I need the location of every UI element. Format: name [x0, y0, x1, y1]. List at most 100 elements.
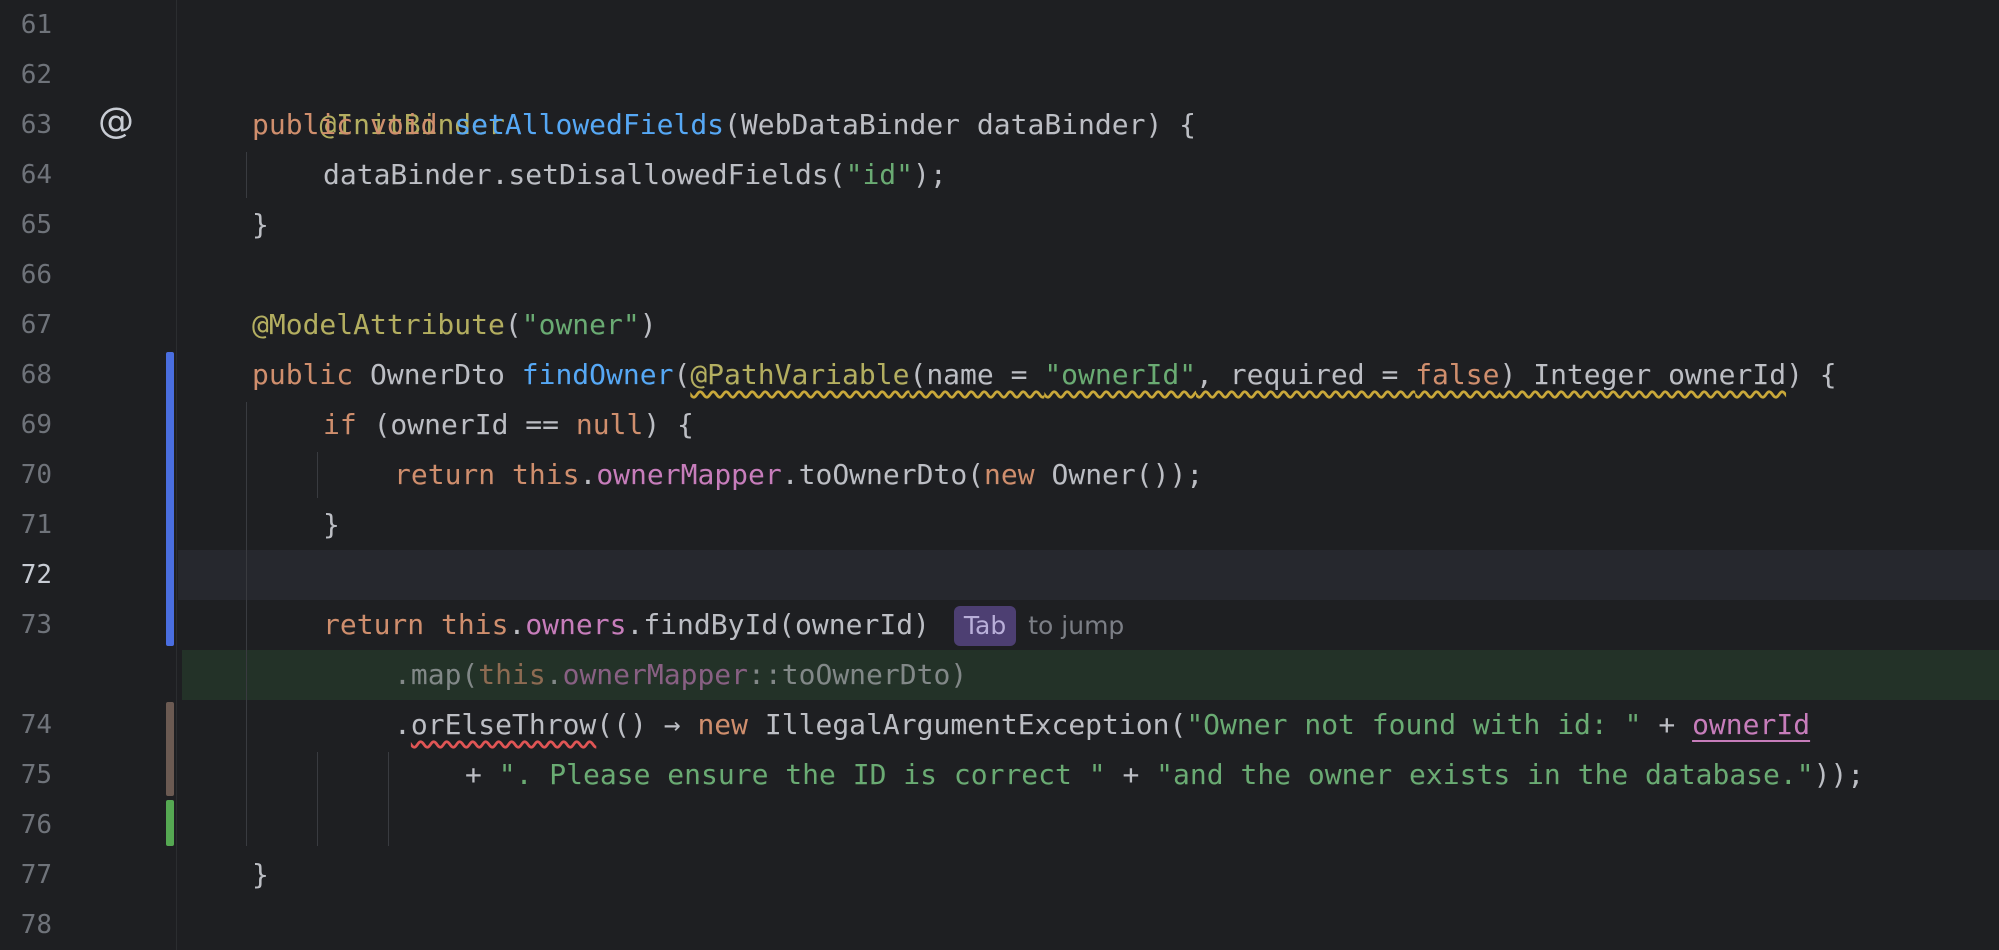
keyword: return: [323, 608, 425, 641]
code-line-75[interactable]: + ". Please ensure the ID is correct " +…: [465, 750, 1864, 800]
string-literal: "id": [845, 158, 914, 191]
line-number: 77: [20, 860, 52, 890]
string-literal: ". Please ensure the ID is correct ": [498, 758, 1106, 791]
code-line-68[interactable]: public OwnerDto findOwner(@PathVariable(…: [252, 350, 1837, 400]
line-number: 74: [20, 710, 52, 740]
code-text: , required =: [1196, 358, 1416, 391]
keyword: public: [252, 358, 354, 391]
code-text: .: [508, 608, 526, 641]
annotation: @PathVariable: [690, 358, 910, 391]
keyword: void: [370, 108, 438, 141]
line-number: 68: [20, 360, 52, 390]
code-line-67[interactable]: @ModelAttribute("owner"): [252, 300, 657, 350]
code-text: (name =: [909, 358, 1045, 391]
line-number: 65: [20, 210, 52, 240]
method-name: setAllowedFields: [454, 108, 725, 141]
closing-brace: }: [252, 208, 269, 241]
keyword: this: [478, 658, 546, 691]
line-number: 69: [20, 410, 52, 440]
string-literal: "Owner not found with id: ": [1186, 708, 1642, 741]
line-number: 76: [20, 810, 52, 840]
code-text: (: [673, 358, 691, 391]
indent-guide: [388, 752, 389, 846]
editor-gutter[interactable]: 61 62 63 64 65 66 67 68 69 70 71 72 73 7…: [0, 0, 177, 950]
indent-guide: [246, 402, 247, 846]
line-number: 75: [20, 760, 52, 790]
parameter-reference[interactable]: ownerId: [1692, 708, 1810, 741]
indent-guide: [317, 752, 318, 846]
field-name: owners: [525, 608, 627, 641]
vcs-modified-marker[interactable]: [166, 352, 174, 646]
field-name: ownerMapper: [562, 658, 749, 691]
line-number: 67: [20, 310, 52, 340]
keyword: null: [575, 408, 644, 441]
code-text: IllegalArgumentException(: [748, 708, 1187, 741]
error-method-name[interactable]: orElseThrow: [411, 708, 596, 741]
code-text: (: [504, 308, 522, 341]
implemented-annotation-icon[interactable]: @: [96, 102, 136, 142]
line-number: 70: [20, 460, 52, 490]
code-line-72-current[interactable]: [252, 550, 1992, 600]
keyword: false: [1415, 358, 1500, 391]
code-text: .toOwnerDto(: [781, 458, 985, 491]
keyword: new: [697, 708, 749, 741]
keyword: this: [441, 608, 509, 641]
code-text: .map(: [394, 658, 479, 691]
code-line-62[interactable]: @InitBinder: [252, 50, 504, 141]
warning-parameter[interactable]: @PathVariable(name = "ownerId", required…: [690, 358, 1786, 391]
code-line-71[interactable]: }: [323, 500, 340, 550]
code-line-74[interactable]: .orElseThrow(() → new IllegalArgumentExc…: [394, 700, 1810, 750]
indent-guide: [246, 152, 247, 198]
code-line-77[interactable]: }: [252, 850, 269, 900]
code-text: ::toOwnerDto): [748, 658, 968, 691]
keyword: new: [984, 458, 1035, 491]
code-line-69[interactable]: if (ownerId == null) {: [323, 400, 694, 450]
keyword: this: [512, 458, 580, 491]
code-text: (ownerId ==: [356, 408, 576, 441]
line-number: 62: [20, 60, 52, 90]
tab-jump-hint: to jump: [1028, 611, 1125, 640]
indent-guide: [317, 452, 318, 498]
code-line-70[interactable]: return this.ownerMapper.toOwnerDto(new O…: [394, 450, 1203, 500]
code-text: .: [394, 708, 411, 741]
code-line-73[interactable]: return this.owners.findById(ownerId) Tab t…: [323, 600, 1124, 650]
code-text: ): [639, 308, 657, 341]
code-text: +: [1105, 758, 1157, 791]
field-name: ownerMapper: [596, 458, 782, 491]
inline-completion-suggestion[interactable]: .map(this.ownerMapper::toOwnerDto): [394, 650, 967, 700]
string-literal: "and the owner exists in the database.": [1156, 758, 1814, 791]
string-literal: "ownerId": [1044, 358, 1197, 391]
code-text: .: [579, 458, 597, 491]
code-text: (() →: [596, 708, 698, 741]
code-text: .findById(ownerId): [626, 608, 930, 641]
line-number: 63: [20, 110, 52, 140]
line-number: 78: [20, 910, 52, 940]
tab-key-badge[interactable]: Tab: [953, 606, 1017, 646]
vcs-added-marker[interactable]: [166, 800, 174, 846]
code-line-65[interactable]: }: [252, 200, 269, 250]
code-editor[interactable]: 61 62 63 64 65 66 67 68 69 70 71 72 73 7…: [0, 0, 1999, 950]
code-text: +: [465, 758, 499, 791]
code-text: dataBinder.setDisallowedFields(: [323, 158, 846, 191]
closing-brace: }: [252, 858, 269, 891]
code-text: ) {: [643, 408, 694, 441]
code-line-63[interactable]: public void setAllowedFields(WebDataBind…: [252, 100, 1196, 150]
keyword: if: [323, 408, 357, 441]
line-number-current: 72: [20, 560, 52, 590]
line-number: 61: [20, 10, 52, 40]
code-text: (WebDataBinder dataBinder) {: [724, 108, 1197, 141]
line-number: 66: [20, 260, 52, 290]
code-text: Owner());: [1034, 458, 1204, 491]
code-text: .: [545, 658, 563, 691]
code-text: ) Integer ownerId: [1499, 358, 1787, 391]
string-literal: "owner": [521, 308, 640, 341]
line-number: 71: [20, 510, 52, 540]
code-text: OwnerDto: [353, 358, 522, 391]
closing-brace: }: [323, 508, 340, 541]
method-name: findOwner: [521, 358, 674, 391]
code-text: +: [1641, 708, 1693, 741]
code-line-64[interactable]: dataBinder.setDisallowedFields("id");: [323, 150, 947, 200]
code-text: ) {: [1786, 358, 1837, 391]
vcs-changed-marker[interactable]: [166, 702, 174, 796]
line-number: 73: [20, 610, 52, 640]
